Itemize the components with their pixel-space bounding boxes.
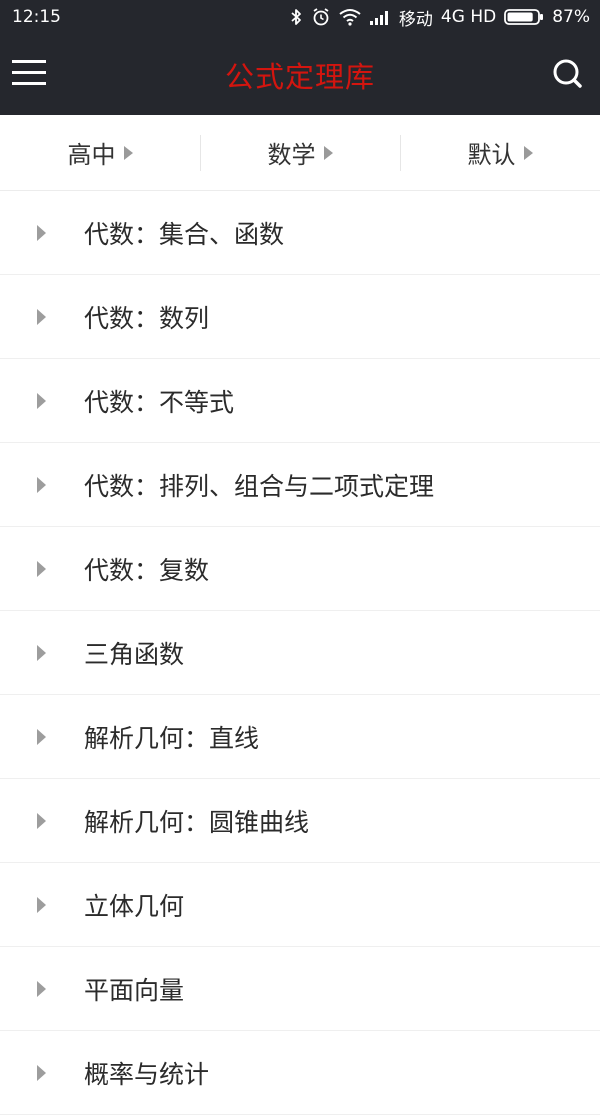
page-title: 公式定理库	[224, 59, 375, 94]
alarm-icon	[313, 8, 329, 26]
expand-arrow-icon	[37, 980, 46, 997]
status-bar: 12:15 移动 4G HD 87%	[0, 0, 600, 34]
caret-right-icon	[523, 145, 533, 160]
topic-item[interactable]: 解析几何：圆锥曲线	[0, 779, 600, 863]
filter-sort[interactable]: 默认	[400, 115, 600, 190]
expand-arrow-icon	[37, 224, 46, 241]
caret-right-icon	[123, 145, 133, 160]
carrier-label: 移动	[398, 9, 433, 30]
battery-percent: 87%	[552, 7, 590, 27]
topic-label: 代数：数列	[84, 303, 210, 333]
topic-label: 代数：不等式	[84, 387, 235, 417]
topic-item[interactable]: 代数：排列、组合与二项式定理	[0, 443, 600, 527]
search-button[interactable]	[548, 54, 588, 94]
filter-level-label: 高中	[67, 141, 116, 169]
topic-item[interactable]: 解析几何：直线	[0, 695, 600, 779]
topic-item[interactable]: 平面向量	[0, 947, 600, 1031]
topic-item[interactable]: 代数：集合、函数	[0, 191, 600, 275]
signal-icon	[369, 11, 388, 25]
status-icons: 移动 4G HD 87%	[289, 5, 590, 30]
topic-label: 代数：排列、组合与二项式定理	[84, 471, 435, 501]
topic-label: 解析几何：圆锥曲线	[84, 807, 310, 837]
expand-arrow-icon	[37, 644, 46, 661]
topic-item[interactable]: 概率与统计	[0, 1031, 600, 1115]
filter-subject[interactable]: 数学	[200, 115, 400, 190]
battery-icon	[504, 9, 544, 25]
topic-label: 三角函数	[84, 639, 185, 669]
expand-arrow-icon	[37, 308, 46, 325]
topic-label: 概率与统计	[84, 1059, 210, 1089]
status-time: 12:15	[12, 7, 61, 27]
wifi-icon	[339, 9, 361, 26]
caret-right-icon	[323, 145, 333, 160]
topic-item[interactable]: 代数：复数	[0, 527, 600, 611]
topic-item[interactable]: 代数：数列	[0, 275, 600, 359]
topic-label: 代数：集合、函数	[84, 219, 285, 249]
expand-arrow-icon	[37, 392, 46, 409]
search-icon	[553, 59, 582, 88]
menu-icon	[12, 60, 46, 85]
menu-button[interactable]	[10, 54, 50, 94]
expand-arrow-icon	[37, 896, 46, 913]
topic-label: 解析几何：直线	[84, 723, 260, 753]
filter-level[interactable]: 高中	[0, 115, 200, 190]
expand-arrow-icon	[37, 560, 46, 577]
filter-sort-label: 默认	[467, 141, 516, 169]
expand-arrow-icon	[37, 728, 46, 745]
topic-item[interactable]: 立体几何	[0, 863, 600, 947]
expand-arrow-icon	[37, 476, 46, 493]
topic-label: 代数：复数	[84, 555, 210, 585]
topic-label: 平面向量	[84, 975, 185, 1005]
topic-label: 立体几何	[84, 891, 185, 921]
topic-list: 代数：集合、函数 代数：数列 代数：不等式 代数：排列、组合与二项式定理 代数：…	[0, 191, 600, 1115]
filter-subject-label: 数学	[267, 141, 316, 169]
topic-item[interactable]: 代数：不等式	[0, 359, 600, 443]
filter-bar: 高中 数学 默认	[0, 115, 600, 191]
bluetooth-icon	[291, 9, 301, 25]
network-label: 4G HD	[440, 7, 497, 27]
expand-arrow-icon	[37, 812, 46, 829]
topic-item[interactable]: 三角函数	[0, 611, 600, 695]
app-bar: 公式定理库	[0, 34, 600, 115]
